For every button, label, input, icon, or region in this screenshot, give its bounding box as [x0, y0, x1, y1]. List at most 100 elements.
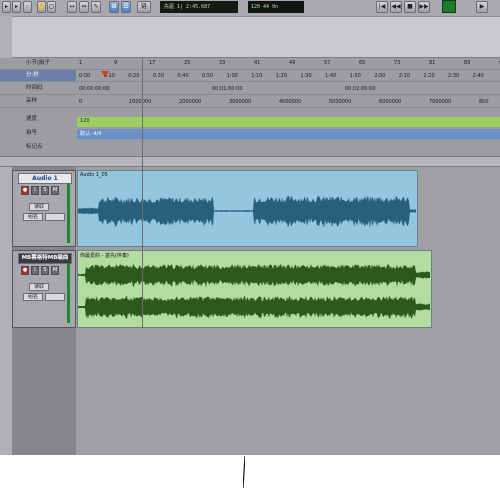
mute-button[interactable]: M	[51, 266, 59, 275]
track-name[interactable]: MB幂格特MB编曲	[18, 253, 72, 264]
minsec-tick-label: 1:00	[226, 73, 238, 79]
timecode-tick-label: 00:00:00:00	[79, 86, 110, 92]
bar-tick-label: 65	[359, 60, 366, 66]
samples-tick-label: 7000000	[429, 99, 452, 105]
minsec-tick-label: 0:40	[177, 73, 189, 79]
track-header-mb[interactable]: MB幂格特MB编曲 ● I S M 读取 组名	[12, 250, 76, 328]
minsec-tick-label: 2:20	[423, 73, 435, 79]
grabber-tool-icon[interactable]: ✋	[37, 1, 46, 13]
bar-tick-label: 17	[149, 60, 156, 66]
meter-ruler-label: 拍号	[26, 130, 38, 136]
bar-tick-label: 89	[464, 60, 471, 66]
bar-tick-label: 81	[429, 60, 436, 66]
stop-icon[interactable]: ■	[404, 1, 416, 13]
minsec-tick-label: 0:50	[202, 73, 214, 79]
mode-label: 先驱	[164, 4, 175, 10]
tool-button[interactable]: ▢	[47, 1, 56, 13]
group-select[interactable]: 组名	[23, 293, 43, 301]
automation-mode-select[interactable]: 读取	[29, 283, 49, 291]
timecode-tick-label: 00:01:00:00	[212, 86, 243, 92]
markers-ruler-label: 标记点	[26, 144, 43, 150]
waveform-2	[78, 264, 430, 319]
counter-value: 1| 2:45.687	[177, 4, 211, 10]
record-arm-button[interactable]: ●	[21, 266, 29, 275]
samples-tick-label: 5000000	[329, 99, 352, 105]
bar-tick-label: 25	[184, 60, 191, 66]
rewind-icon[interactable]: ◀◀	[390, 1, 402, 13]
zoom-tool-icon[interactable]: ↔	[67, 1, 77, 13]
samples-tick-label: 6000000	[379, 99, 402, 105]
minsec-tick-label: 1:10	[251, 73, 263, 79]
level-meter	[67, 183, 70, 243]
ruler-area: 小节|拍子 分:秒 时间码 采样 速度 拍号 标记点 1 9 17 25 33 41 49 5…	[0, 58, 500, 156]
minsec-tick-label: 2:30	[448, 73, 460, 79]
record-arm-button[interactable]: ●	[21, 186, 29, 195]
waveform-1	[78, 195, 416, 229]
samples-tick-label: 1000000	[129, 99, 152, 105]
selector-tool-icon[interactable]: ☰	[121, 1, 131, 13]
track-name[interactable]: Audio 1	[18, 173, 72, 184]
play-icon[interactable]: ▶	[476, 1, 488, 13]
samples-tick-label: 3000000	[229, 99, 252, 105]
pencil-tool-icon[interactable]: ✎	[91, 1, 101, 13]
sub-counter[interactable]: 120 44 0n	[248, 1, 304, 13]
track-list-header	[0, 156, 500, 167]
samples-tick-label: 0	[79, 99, 83, 105]
transport-bar: ▸ ▸ ◦ ✋ ▢ ↔ ⇔ ✎ ⊞ ☰ 链 先驱 1| 2:45.687 120…	[0, 0, 500, 16]
samples-tick-label: 2000000	[179, 99, 202, 105]
bar-tick-label: 41	[254, 60, 261, 66]
tool-button[interactable]: ▸	[2, 1, 11, 13]
playhead-line	[142, 58, 143, 328]
return-to-zero-icon[interactable]: |◀	[376, 1, 388, 13]
bar-tick-label: 73	[394, 60, 401, 66]
minsec-tick-label: 1:20	[275, 73, 288, 79]
minsec-tick-label: 1:50	[349, 73, 361, 79]
track-header-audio-1[interactable]: Audio 1 ● I S M 读取 组名	[12, 170, 76, 247]
samples-ruler-label: 采样	[26, 98, 38, 104]
bars-ruler-label: 小节|拍子	[26, 60, 50, 66]
meter-strip[interactable]: 默认: 4/4	[77, 129, 500, 139]
blank-area	[0, 455, 500, 500]
input-monitor-button[interactable]: I	[31, 186, 39, 195]
bar-tick-label: 1	[79, 60, 83, 66]
minsec-tick-label: 2:10	[398, 73, 411, 79]
view-select[interactable]	[45, 213, 65, 221]
tempo-value: 120	[80, 118, 90, 124]
tool-button[interactable]: ◦	[23, 1, 32, 13]
mute-button[interactable]: M	[51, 186, 59, 195]
solo-button[interactable]: S	[41, 266, 49, 275]
tempo-ruler-label: 速度	[26, 116, 38, 122]
meter-value: 默认: 4/4	[80, 131, 102, 137]
minsec-ruler-label[interactable]: 分:秒	[0, 70, 76, 81]
cursor-stroke	[243, 456, 245, 488]
group-select[interactable]: 组名	[23, 213, 43, 221]
side-strip	[0, 16, 12, 58]
view-select[interactable]	[45, 293, 65, 301]
automation-mode-select[interactable]: 读取	[29, 203, 49, 211]
smart-tool-icon[interactable]: ⊞	[109, 1, 119, 13]
toolbar-band	[0, 16, 500, 58]
minsec-tick-label: 0:30	[152, 73, 165, 79]
timecode-ruler-label: 时间码	[26, 85, 43, 91]
bar-tick-label: 33	[219, 60, 226, 66]
bar-tick-label: 57	[324, 60, 331, 66]
bar-tick-label: 49	[289, 60, 296, 66]
solo-button[interactable]: S	[41, 186, 49, 195]
playhead-marker-icon[interactable]	[101, 71, 109, 77]
timecode-tick-label: 00:02:00:00	[345, 86, 376, 92]
audio-clip-1[interactable]: Audio 1_05	[77, 170, 418, 247]
trim-tool-icon[interactable]: ⇔	[79, 1, 89, 13]
tempo-strip[interactable]: 120	[77, 117, 500, 127]
minsec-tick-label: 0:00	[79, 73, 91, 79]
grid-mode-button[interactable]: 链	[137, 1, 151, 13]
input-monitor-button[interactable]: I	[31, 266, 39, 275]
audio-clip-2[interactable]: 你最爱的 - 首先(伴奏)	[77, 250, 432, 328]
minsec-tick-label: 2:40	[472, 73, 484, 79]
minsec-tick-label: 2:00	[374, 73, 386, 79]
bar-tick-label: 9	[114, 60, 118, 66]
fast-forward-icon[interactable]: ▶▶	[418, 1, 430, 13]
main-counter[interactable]: 先驱 1| 2:45.687	[160, 1, 238, 13]
samples-tick-label: 800	[479, 99, 489, 105]
tool-button[interactable]: ▸	[12, 1, 21, 13]
samples-tick-label: 4000000	[279, 99, 302, 105]
